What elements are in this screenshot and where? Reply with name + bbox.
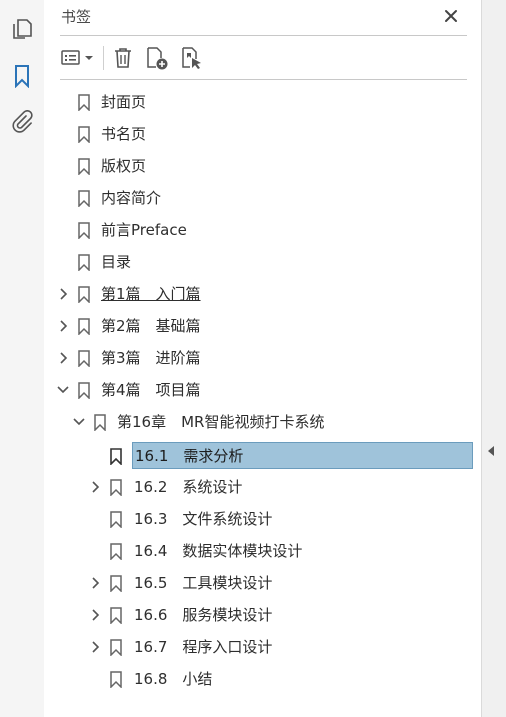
chevron-right-icon[interactable] — [57, 350, 71, 366]
bookmark-icon — [78, 158, 90, 176]
bookmark-item[interactable]: 16.3 文件系统设计 — [44, 504, 481, 534]
bookmark-label: 第3篇 进阶篇 — [101, 349, 201, 367]
bookmark-label: 内容简介 — [101, 189, 162, 207]
bookmark-item[interactable]: 第16章 MR智能视频打卡系统 — [44, 407, 481, 437]
bookmark-label: 16.2 系统设计 — [134, 478, 243, 496]
new-bookmark-from-structure-button[interactable] — [178, 45, 206, 71]
panel-collapse-bar[interactable] — [481, 0, 506, 717]
bookmark-item[interactable]: 16.2 系统设计 — [44, 472, 481, 502]
bookmark-icon — [110, 639, 122, 657]
bookmark-item[interactable]: 目录 — [44, 247, 481, 277]
bookmark-item[interactable]: 第1篇 入门篇 — [44, 279, 481, 309]
bookmark-label: 第1篇 入门篇 — [101, 285, 201, 303]
bookmark-label: 第16章 MR智能视频打卡系统 — [117, 413, 325, 431]
bookmark-icon — [78, 222, 90, 240]
bookmark-label: 16.1 需求分析 — [135, 447, 244, 465]
bookmark-label: 16.4 数据实体模块设计 — [134, 542, 303, 560]
bookmark-item[interactable]: 16.8 小结 — [44, 664, 481, 694]
bookmark-icon — [110, 671, 122, 689]
bookmark-label: 16.7 程序入口设计 — [134, 638, 273, 656]
delete-icon — [115, 48, 131, 68]
bookmark-item[interactable]: 第3篇 进阶篇 — [44, 343, 481, 373]
bookmark-label: 封面页 — [101, 93, 147, 111]
bookmark-item[interactable]: 前言Preface — [44, 215, 481, 245]
bookmark-label: 第4篇 项目篇 — [101, 381, 201, 399]
bookmark-label: 16.6 服务模块设计 — [134, 606, 273, 624]
new-bookmark-button[interactable] — [144, 45, 172, 71]
bookmark-item[interactable]: 内容简介 — [44, 183, 481, 213]
bookmark-item[interactable]: 书名页 — [44, 119, 481, 149]
bookmark-label: 16.5 工具模块设计 — [134, 574, 273, 592]
bookmark-icon — [78, 382, 90, 400]
bookmark-icon — [78, 318, 90, 336]
bookmark-label: 第2篇 基础篇 — [101, 317, 201, 335]
bookmark-icon — [110, 479, 122, 497]
close-icon — [445, 10, 457, 22]
attachment-icon[interactable] — [8, 108, 36, 136]
close-panel-button[interactable] — [441, 6, 461, 26]
bookmark-icon — [110, 511, 122, 529]
bookmark-label: 书名页 — [101, 125, 147, 143]
new-bookmark-from-structure-icon — [182, 47, 201, 69]
bookmark-icon — [110, 543, 122, 561]
navigation-rail — [0, 0, 45, 717]
bookmark-item[interactable]: 版权页 — [44, 151, 481, 181]
bookmark-item[interactable]: 16.5 工具模块设计 — [44, 568, 481, 598]
options-menu-icon — [61, 50, 93, 65]
toolbar-separator — [102, 45, 104, 71]
bookmark-icon — [110, 448, 122, 466]
bookmark-item[interactable]: 封面页 — [44, 87, 481, 117]
collapse-arrow-icon[interactable] — [488, 446, 494, 456]
options-menu-button[interactable] — [60, 45, 96, 71]
bookmark-label: 目录 — [101, 253, 132, 271]
delete-bookmark-button[interactable] — [110, 45, 136, 71]
bookmark-icon — [78, 126, 90, 144]
pages-icon[interactable] — [8, 15, 36, 43]
bookmark-item[interactable]: 16.6 服务模块设计 — [44, 600, 481, 630]
bookmark-icon[interactable] — [8, 62, 36, 90]
chevron-right-icon[interactable] — [89, 639, 103, 655]
divider — [60, 35, 467, 36]
bookmark-icon — [110, 607, 122, 625]
bookmark-icon — [78, 190, 90, 208]
bookmark-icon — [94, 414, 106, 432]
new-bookmark-icon — [147, 47, 168, 70]
bookmark-label: 版权页 — [101, 157, 147, 175]
chevron-down-icon[interactable] — [56, 382, 70, 398]
chevron-right-icon[interactable] — [57, 286, 71, 302]
bookmark-icon — [78, 286, 90, 304]
bookmark-item[interactable]: 第2篇 基础篇 — [44, 311, 481, 341]
divider — [60, 79, 467, 80]
bookmark-item[interactable]: 16.7 程序入口设计 — [44, 632, 481, 662]
chevron-right-icon[interactable] — [89, 575, 103, 591]
chevron-right-icon[interactable] — [89, 607, 103, 623]
bookmark-label: 16.8 小结 — [134, 670, 213, 688]
bookmark-icon — [78, 94, 90, 112]
bookmark-icon — [110, 575, 122, 593]
chevron-right-icon[interactable] — [57, 318, 71, 334]
bookmark-icon — [78, 254, 90, 272]
bookmark-item-selected[interactable]: 16.1 需求分析 — [44, 441, 481, 471]
bookmark-item[interactable]: 第4篇 项目篇 — [44, 375, 481, 405]
chevron-down-icon[interactable] — [72, 414, 86, 430]
bookmark-label: 前言Preface — [101, 221, 187, 239]
bookmark-label: 16.3 文件系统设计 — [134, 510, 273, 528]
bookmark-item[interactable]: 16.4 数据实体模块设计 — [44, 536, 481, 566]
chevron-right-icon[interactable] — [89, 479, 103, 495]
bookmark-icon — [78, 350, 90, 368]
bookmarks-panel: 书签 封面页 书名页 版权页 内容简介 前言Preface 目录 第1篇 入门篇… — [44, 0, 481, 717]
panel-title: 书签 — [61, 8, 92, 26]
